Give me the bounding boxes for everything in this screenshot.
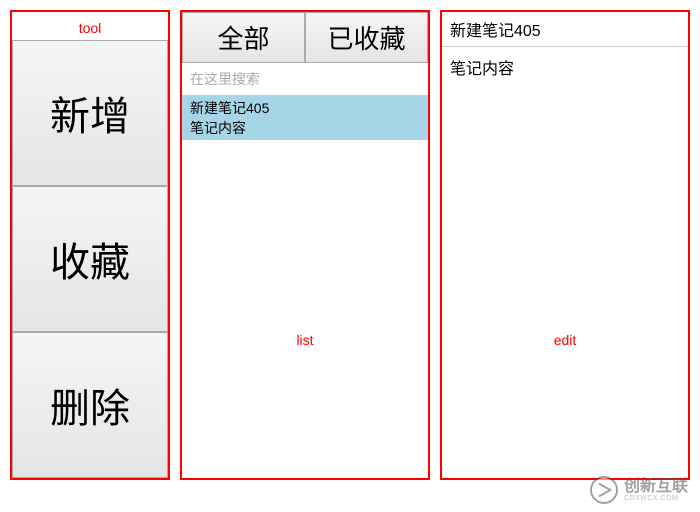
tool-panel: tool 新增 收藏 删除 <box>10 10 170 480</box>
search-input[interactable] <box>182 63 428 96</box>
watermark-sub-text: CDXWCX.COM <box>624 495 688 502</box>
watermark-main-text: 创新互联 <box>624 479 688 495</box>
watermark-text: 创新互联 CDXWCX.COM <box>624 479 688 502</box>
watermark: 创新互联 CDXWCX.COM <box>590 476 688 504</box>
delete-button[interactable]: 删除 <box>12 332 168 478</box>
tab-all[interactable]: 全部 <box>182 12 305 63</box>
app-container: tool 新增 收藏 删除 全部 已收藏 新建笔记405 笔记内容 list 笔… <box>0 0 700 490</box>
add-button[interactable]: 新增 <box>12 40 168 186</box>
favorite-button[interactable]: 收藏 <box>12 186 168 332</box>
list-label: list <box>182 332 428 348</box>
edit-panel: 笔记内容 edit <box>440 10 690 480</box>
list-tabs: 全部 已收藏 <box>182 12 428 63</box>
edit-title-input[interactable] <box>442 12 688 47</box>
watermark-logo-icon <box>590 476 618 504</box>
tool-label: tool <box>12 12 168 40</box>
list-item-preview: 笔记内容 <box>190 118 420 138</box>
edit-content-textarea[interactable]: 笔记内容 <box>442 47 688 478</box>
list-item[interactable]: 新建笔记405 笔记内容 <box>182 96 428 140</box>
tab-favorited[interactable]: 已收藏 <box>305 12 428 63</box>
list-item-title: 新建笔记405 <box>190 98 420 118</box>
list-panel: 全部 已收藏 新建笔记405 笔记内容 list <box>180 10 430 480</box>
